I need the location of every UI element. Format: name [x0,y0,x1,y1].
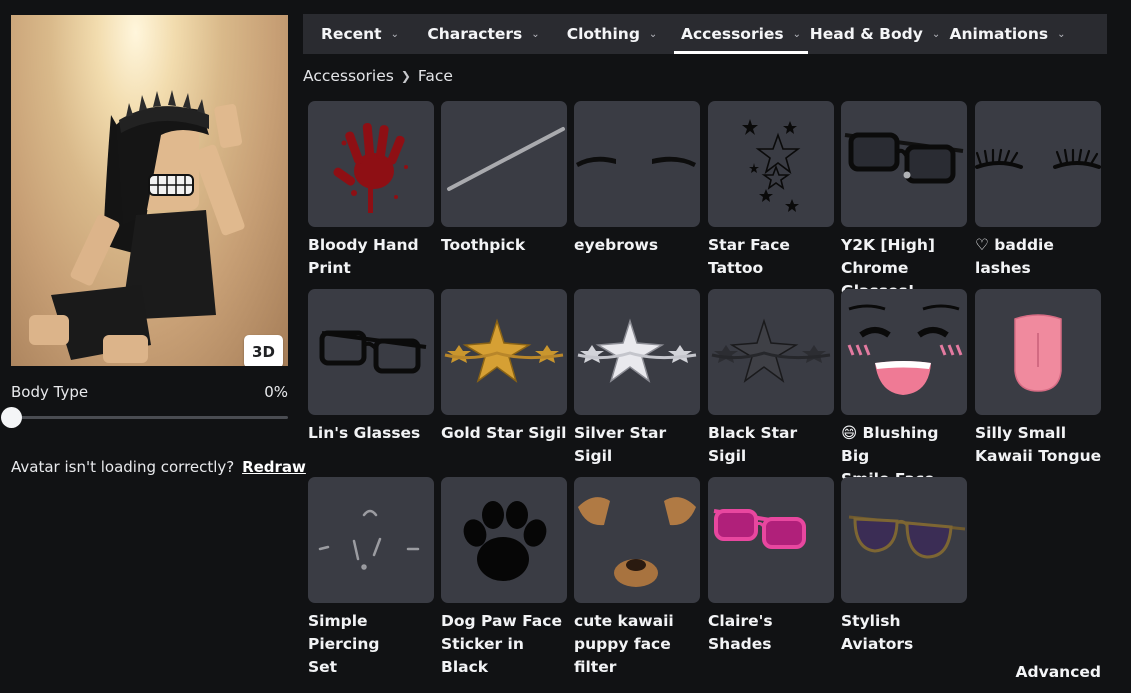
loading-text: Avatar isn't loading correctly? [11,458,235,476]
chevron-down-icon: ⌄ [390,28,399,40]
item-name: Black Star Sigil [708,424,798,465]
aviators-thumbnail [841,477,967,603]
body-type-slider-thumb[interactable] [1,407,22,428]
toothpick-thumbnail [441,101,567,227]
item-name: eyebrows [574,236,659,254]
item-card[interactable]: Black Star Sigil [708,289,834,468]
item-card[interactable]: Toothpick [441,101,567,257]
item-card[interactable]: Lin's Glasses [308,289,434,445]
item-name: Claire's Shades [708,612,773,653]
item-name: Silly Small Kawaii Tongue [975,424,1102,465]
black-star-sigil-thumbnail [708,289,834,415]
tab-label: Recent [321,25,382,43]
item-card[interactable]: Gold Star Sigil [441,289,567,445]
item-card[interactable]: Silly Small Kawaii Tongue [975,289,1101,468]
chrome-glasses-thumbnail [841,101,967,227]
item-card[interactable]: ♡ baddie lashes [975,101,1101,280]
star-tattoo-thumbnail [708,101,834,227]
tab-animations[interactable]: Animations ⌄ [942,14,1073,54]
item-name: Bloody Hand Print [308,236,419,277]
item-card[interactable]: Dog Paw Face Sticker in Black [441,477,567,679]
breadcrumb: Accessories ❯ Face [303,67,453,85]
redraw-link[interactable]: Redraw [242,458,306,476]
gold-star-sigil-thumbnail [441,289,567,415]
item-name: Stylish Aviators [841,612,914,653]
item-card[interactable]: Stylish Aviators [841,477,967,656]
breadcrumb-face: Face [417,67,453,85]
item-name: Dog Paw Face Sticker in Black [441,612,562,676]
item-card[interactable]: Bloody Hand Print [308,101,434,280]
body-type-label: Body Type [11,383,89,401]
item-name: cute kawaii puppy face filter [574,612,674,676]
tab-recent[interactable]: Recent ⌄ [303,14,417,54]
chevron-down-icon: ⌄ [792,28,802,40]
item-card[interactable]: cute kawaii puppy face filter [574,477,700,679]
piercing-set-thumbnail [308,477,434,603]
item-card[interactable]: Simple Piercing Set [308,477,434,679]
chevron-down-icon: ⌄ [1057,28,1066,40]
chevron-right-icon: ❯ [400,69,411,83]
breadcrumb-accessories[interactable]: Accessories [303,67,394,85]
tab-label: Animations [949,25,1049,43]
item-card[interactable]: Claire's Shades [708,477,834,656]
tab-label: Characters [427,25,523,43]
avatar-preview[interactable]: 3D [11,15,288,366]
item-name: Toothpick [441,236,526,254]
tab-head-body[interactable]: Head & Body ⌄ [808,14,942,54]
item-name: Gold Star Sigil [441,424,567,442]
blushing-face-thumbnail [841,289,967,415]
tab-label: Accessories [680,25,784,43]
bloody-hand-print-thumbnail [308,101,434,227]
item-card[interactable]: Y2K [High] Chrome Glasses! [841,101,967,303]
item-card[interactable]: Silver Star Sigil [574,289,700,468]
view-3d-toggle[interactable]: 3D [244,335,283,366]
puppy-filter-thumbnail [574,477,700,603]
tab-label: Clothing [566,25,640,43]
tab-label: Head & Body [809,25,923,43]
category-tabs: Recent ⌄ Characters ⌄ Clothing ⌄ Accessorie… [303,14,1107,54]
glasses-thumbnail [308,289,434,415]
tab-characters[interactable]: Characters ⌄ [417,14,550,54]
item-card[interactable]: eyebrows [574,101,700,257]
tongue-thumbnail [975,289,1101,415]
item-grid: Bloody Hand Print Toothpick eyebrows Sta… [308,101,1108,676]
chevron-down-icon: ⌄ [931,28,941,40]
avatar-figure [29,90,245,363]
silver-star-sigil-thumbnail [574,289,700,415]
body-type-value: 0% [264,383,288,401]
item-name: Lin's Glasses [308,424,421,442]
paw-sticker-thumbnail [441,477,567,603]
lashes-thumbnail [975,101,1101,227]
pink-shades-thumbnail [708,477,834,603]
item-name: Simple Piercing Set [308,612,380,676]
eyebrows-thumbnail [574,101,700,227]
body-type-row: Body Type 0% [11,383,288,401]
item-name: Silver Star Sigil [574,424,667,465]
body-type-slider-track[interactable] [11,416,288,419]
tab-clothing[interactable]: Clothing ⌄ [550,14,674,54]
item-name: Star Face Tattoo [708,236,790,277]
chevron-down-icon: ⌄ [531,28,540,40]
item-card[interactable]: Star Face Tattoo [708,101,834,280]
tab-accessories[interactable]: Accessories ⌄ [674,14,808,54]
item-name: ♡ baddie lashes [975,236,1054,277]
chevron-down-icon: ⌄ [648,28,658,40]
avatar-loading-notice: Avatar isn't loading correctly? Redraw [11,458,306,476]
advanced-button[interactable]: Advanced [1016,663,1102,681]
